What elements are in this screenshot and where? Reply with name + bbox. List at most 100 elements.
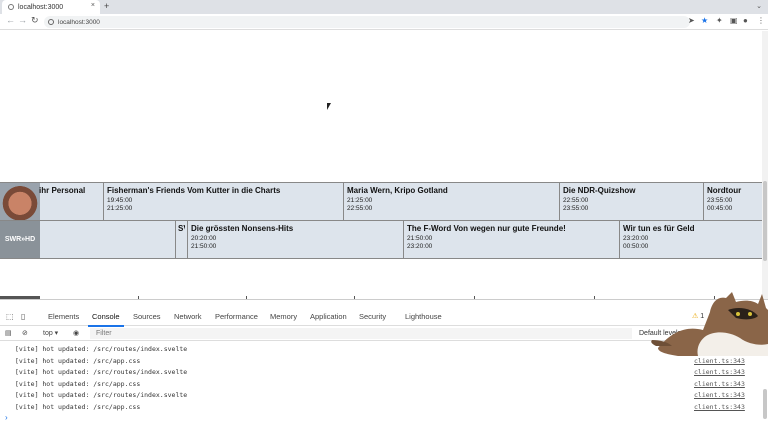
program-end: 00:45:00 bbox=[707, 205, 733, 212]
menu-icon[interactable]: ⋮ bbox=[757, 16, 765, 25]
program-cell[interactable]: Fisherman's Friends Vom Kutter in die Ch… bbox=[103, 183, 343, 220]
address-bar[interactable]: localhost:3000 bbox=[44, 16, 690, 28]
tab-search-icon[interactable]: ⌄ bbox=[756, 2, 762, 10]
program-start: 21:25:00 bbox=[347, 197, 373, 204]
program-end: 21:50:00 bbox=[191, 243, 217, 250]
vertical-scrollbar[interactable] bbox=[762, 31, 768, 299]
log-source-link[interactable]: client.ts:343 bbox=[694, 391, 745, 399]
eye-icon[interactable]: ◉ bbox=[73, 329, 79, 337]
program-title: Die grössten Nonsens-Hits bbox=[191, 224, 294, 233]
extensions-icon[interactable]: ✦ bbox=[716, 16, 723, 25]
profile-icon[interactable]: ● bbox=[743, 16, 748, 25]
console-message: [vite] hot updated: /src/routes/index.sv… bbox=[0, 390, 760, 402]
program-cell[interactable]: Wir tun es für Geld 23:20:00 00:50:00 bbox=[619, 221, 762, 258]
console-prompt[interactable]: › bbox=[5, 413, 8, 422]
tab-security[interactable]: Security bbox=[359, 312, 386, 321]
tab-memory[interactable]: Memory bbox=[270, 312, 297, 321]
program-start: 22:55:00 bbox=[563, 197, 589, 204]
program-cell[interactable]: The F-Word Von wegen nur gute Freunde! 2… bbox=[403, 221, 619, 258]
back-icon[interactable]: ← bbox=[6, 15, 15, 25]
program-cell[interactable]: SV bbox=[175, 221, 187, 258]
tab-console[interactable]: Console bbox=[92, 312, 120, 321]
program-start: 23:55:00 bbox=[707, 197, 733, 204]
context-selector[interactable]: top ▾ bbox=[43, 329, 58, 337]
scrollbar-thumb[interactable] bbox=[763, 389, 767, 419]
program-start: 20:20:00 bbox=[191, 235, 217, 242]
log-text: [vite] hot updated: /src/app.css bbox=[15, 379, 141, 388]
console-message: [vite] hot updated: /src/app.css client.t… bbox=[0, 402, 760, 414]
browser-window: localhost:3000 × + ⌄ ← → ↻ localhost:300… bbox=[0, 0, 768, 432]
scrollbar-thumb[interactable] bbox=[763, 181, 767, 261]
log-source-link[interactable]: client.ts:343 bbox=[694, 380, 745, 388]
tab-title: localhost:3000 bbox=[18, 3, 64, 11]
program-cell[interactable]: Die grössten Nonsens-Hits 20:20:00 21:50… bbox=[187, 221, 403, 258]
page-content: ihr Personal Fisherman's Friends Vom Kut… bbox=[0, 31, 768, 305]
program-cell[interactable]: Die NDR-Quizshow 22:55:00 23:55:00 bbox=[559, 183, 703, 220]
mouse-cursor-icon bbox=[327, 103, 331, 110]
side-panel-icon[interactable]: ▣ bbox=[730, 16, 738, 25]
program-start: 21:50:00 bbox=[407, 235, 433, 242]
new-tab-button[interactable]: + bbox=[104, 1, 109, 11]
bookmark-star-icon[interactable]: ★ bbox=[701, 16, 708, 25]
program-end: 21:25:00 bbox=[107, 205, 133, 212]
log-text: [vite] hot updated: /src/routes/index.sv… bbox=[15, 368, 188, 376]
browser-toolbar: ← → ↻ localhost:3000 ➤ ★ ✦ ▣ ● ⋮ bbox=[0, 14, 768, 30]
log-source-link[interactable]: client.ts:343 bbox=[694, 357, 745, 365]
program-title: Wir tun es für Geld bbox=[623, 224, 695, 233]
tab-elements[interactable]: Elements bbox=[48, 312, 79, 321]
cat-eye bbox=[748, 312, 752, 316]
inspect-element-icon[interactable]: ⬚ bbox=[6, 312, 14, 321]
program-title: Die NDR-Quizshow bbox=[563, 186, 636, 195]
program-title: Fisherman's Friends Vom Kutter in die Ch… bbox=[107, 186, 281, 195]
tab-network[interactable]: Network bbox=[174, 312, 202, 321]
channel-logo[interactable]: SWR»HD bbox=[0, 221, 40, 258]
log-source-link[interactable]: client.ts:343 bbox=[694, 403, 745, 411]
cat-image bbox=[651, 292, 768, 356]
program-end: 00:50:00 bbox=[623, 243, 649, 250]
clear-console-icon[interactable]: ⊘ bbox=[22, 329, 28, 337]
send-icon[interactable]: ➤ bbox=[688, 16, 695, 25]
console-scrollbar[interactable] bbox=[762, 344, 768, 429]
device-toggle-icon[interactable]: ▯ bbox=[21, 312, 25, 321]
tab-sources[interactable]: Sources bbox=[133, 312, 161, 321]
epg-row: ihr Personal Fisherman's Friends Vom Kut… bbox=[0, 182, 762, 221]
program-title: ihr Personal bbox=[39, 186, 86, 195]
site-info-icon[interactable] bbox=[48, 19, 54, 25]
program-start: 23:20:00 bbox=[623, 235, 649, 242]
tab-application[interactable]: Application bbox=[310, 312, 347, 321]
program-title: SV bbox=[178, 224, 185, 233]
url-text: localhost:3000 bbox=[58, 18, 100, 26]
forward-icon[interactable]: → bbox=[18, 15, 27, 25]
program-title: The F-Word Von wegen nur gute Freunde! bbox=[407, 224, 566, 233]
channel-logo[interactable] bbox=[0, 183, 40, 220]
epg-row: SWR»HD SV Die grössten Nonsens-Hits 20:2… bbox=[0, 220, 762, 259]
program-start: 19:45:00 bbox=[107, 197, 133, 204]
log-text: [vite] hot updated: /src/app.css bbox=[15, 356, 141, 365]
log-text: [vite] hot updated: /src/app.css bbox=[15, 402, 141, 411]
console-message: [vite] hot updated: /src/routes/index.sv… bbox=[0, 367, 760, 379]
program-end: 23:55:00 bbox=[563, 205, 589, 212]
log-text: [vite] hot updated: /src/routes/index.sv… bbox=[15, 345, 188, 353]
console-message: [vite] hot updated: /src/app.css client.t… bbox=[0, 379, 760, 391]
tab-strip: localhost:3000 × + ⌄ bbox=[0, 0, 768, 14]
log-text: [vite] hot updated: /src/routes/index.sv… bbox=[15, 391, 188, 399]
tab-lighthouse[interactable]: Lighthouse bbox=[405, 312, 442, 321]
program-title: Maria Wern, Kripo Gotland bbox=[347, 186, 448, 195]
console-log-list: [vite] hot updated: /src/routes/index.sv… bbox=[0, 344, 760, 413]
log-source-link[interactable]: client.ts:343 bbox=[694, 368, 745, 376]
tab-performance[interactable]: Performance bbox=[215, 312, 258, 321]
console-message: [vite] hot updated: /src/app.css client.t… bbox=[0, 356, 760, 368]
sidebar-toggle-icon[interactable]: ▤ bbox=[5, 329, 12, 337]
console-message: [vite] hot updated: /src/routes/index.sv… bbox=[0, 344, 760, 356]
program-cell[interactable] bbox=[40, 221, 175, 258]
program-end: 22:55:00 bbox=[347, 205, 373, 212]
program-cell[interactable]: ihr Personal bbox=[36, 183, 103, 220]
tab-close-icon[interactable]: × bbox=[91, 2, 95, 9]
program-cell[interactable]: Nordtour 23:55:00 00:45:00 bbox=[703, 183, 762, 220]
cat-eye bbox=[736, 312, 740, 316]
reload-icon[interactable]: ↻ bbox=[31, 15, 39, 26]
program-cell[interactable]: Maria Wern, Kripo Gotland 21:25:00 22:55… bbox=[343, 183, 559, 220]
program-end: 23:20:00 bbox=[407, 243, 433, 250]
filter-input[interactable]: Filter bbox=[90, 328, 632, 339]
browser-tab[interactable]: localhost:3000 × bbox=[2, 0, 100, 14]
